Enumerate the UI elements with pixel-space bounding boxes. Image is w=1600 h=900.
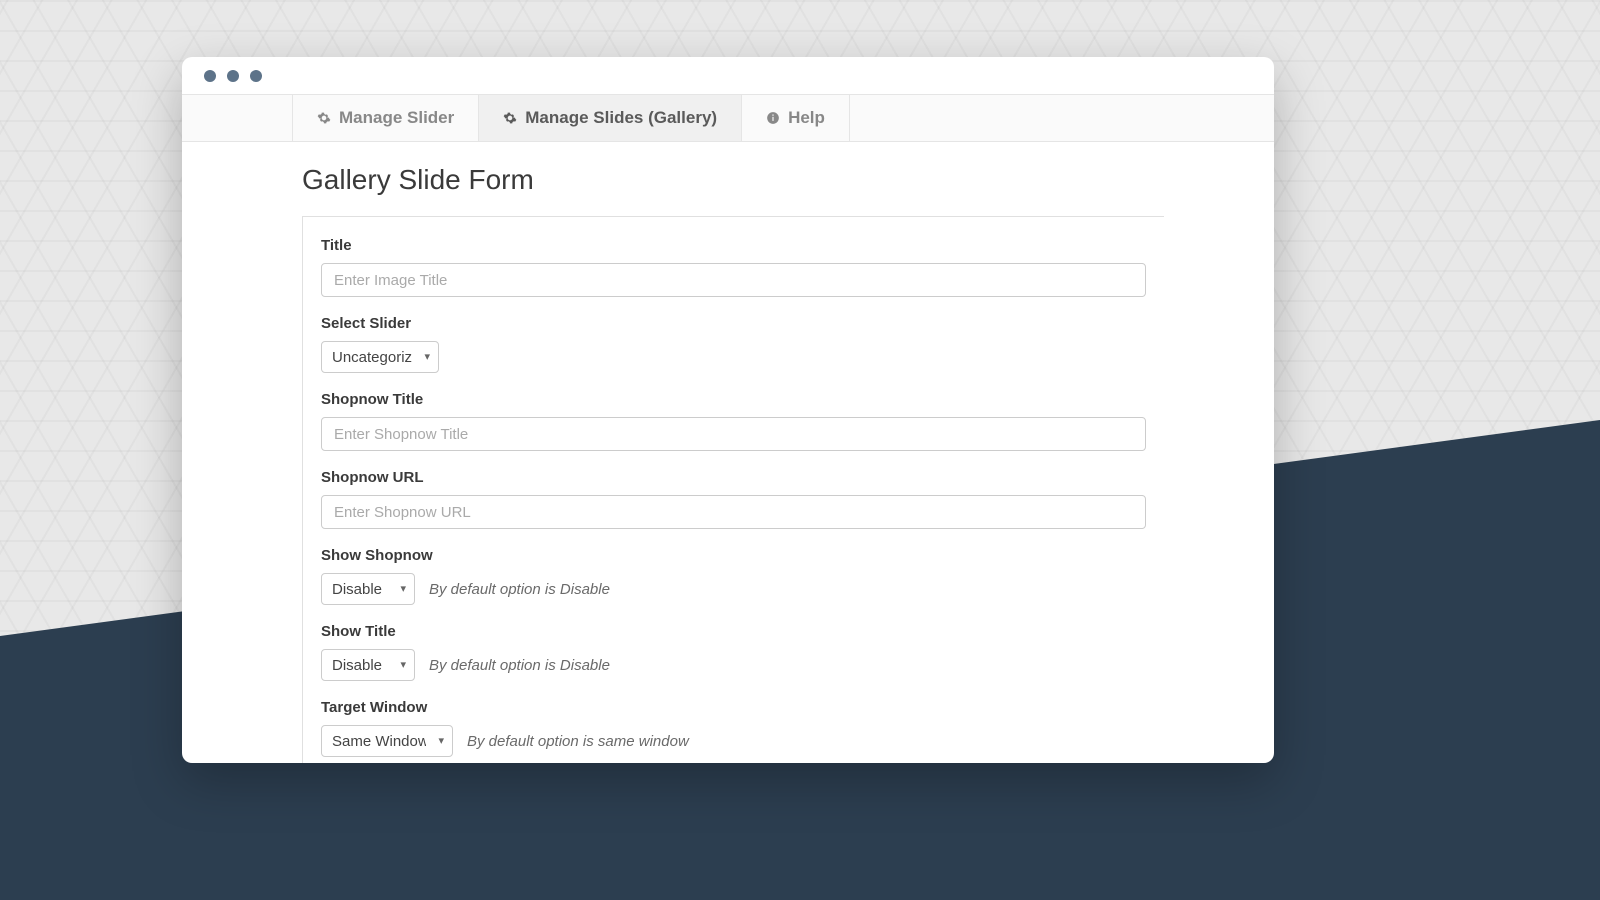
window-control-minimize[interactable] xyxy=(227,70,239,82)
field-title: Title xyxy=(321,237,1146,297)
title-input[interactable] xyxy=(321,263,1146,297)
show-shopnow-label: Show Shopnow xyxy=(321,547,1146,564)
content-area: Gallery Slide Form Title Select Slider U… xyxy=(182,142,1274,763)
shopnow-title-label: Shopnow Title xyxy=(321,391,1146,408)
app-window: Manage Slider Manage Slides (Gallery) He… xyxy=(182,57,1274,763)
form-container: Title Select Slider Uncategorized Shopno… xyxy=(302,216,1164,763)
target-window-hint: By default option is same window xyxy=(467,733,689,750)
tab-bar: Manage Slider Manage Slides (Gallery) He… xyxy=(182,94,1274,142)
info-icon xyxy=(766,111,780,125)
page-title: Gallery Slide Form xyxy=(302,164,1164,196)
show-shopnow-hint: By default option is Disable xyxy=(429,581,610,598)
select-slider-label: Select Slider xyxy=(321,315,1146,332)
gear-icon xyxy=(503,111,517,125)
tab-label: Manage Slider xyxy=(339,108,454,128)
tab-manage-slides-gallery[interactable]: Manage Slides (Gallery) xyxy=(479,95,742,141)
tab-label: Help xyxy=(788,108,825,128)
field-target-window: Target Window Same Window By default opt… xyxy=(321,699,1146,757)
field-show-title: Show Title Disable By default option is … xyxy=(321,623,1146,681)
title-label: Title xyxy=(321,237,1146,254)
window-control-zoom[interactable] xyxy=(250,70,262,82)
tab-label: Manage Slides (Gallery) xyxy=(525,108,717,128)
shopnow-title-input[interactable] xyxy=(321,417,1146,451)
show-title-hint: By default option is Disable xyxy=(429,657,610,674)
show-title-label: Show Title xyxy=(321,623,1146,640)
window-title-bar xyxy=(182,57,1274,94)
shopnow-url-input[interactable] xyxy=(321,495,1146,529)
window-control-close[interactable] xyxy=(204,70,216,82)
field-show-shopnow: Show Shopnow Disable By default option i… xyxy=(321,547,1146,605)
target-window-label: Target Window xyxy=(321,699,1146,716)
target-window-dropdown[interactable]: Same Window xyxy=(321,725,453,757)
show-title-dropdown[interactable]: Disable xyxy=(321,649,415,681)
show-shopnow-dropdown[interactable]: Disable xyxy=(321,573,415,605)
select-slider-dropdown[interactable]: Uncategorized xyxy=(321,341,439,373)
shopnow-url-label: Shopnow URL xyxy=(321,469,1146,486)
field-shopnow-title: Shopnow Title xyxy=(321,391,1146,451)
tab-help[interactable]: Help xyxy=(742,95,850,141)
field-select-slider: Select Slider Uncategorized xyxy=(321,315,1146,373)
gear-icon xyxy=(317,111,331,125)
field-shopnow-url: Shopnow URL xyxy=(321,469,1146,529)
tab-manage-slider[interactable]: Manage Slider xyxy=(292,95,479,141)
